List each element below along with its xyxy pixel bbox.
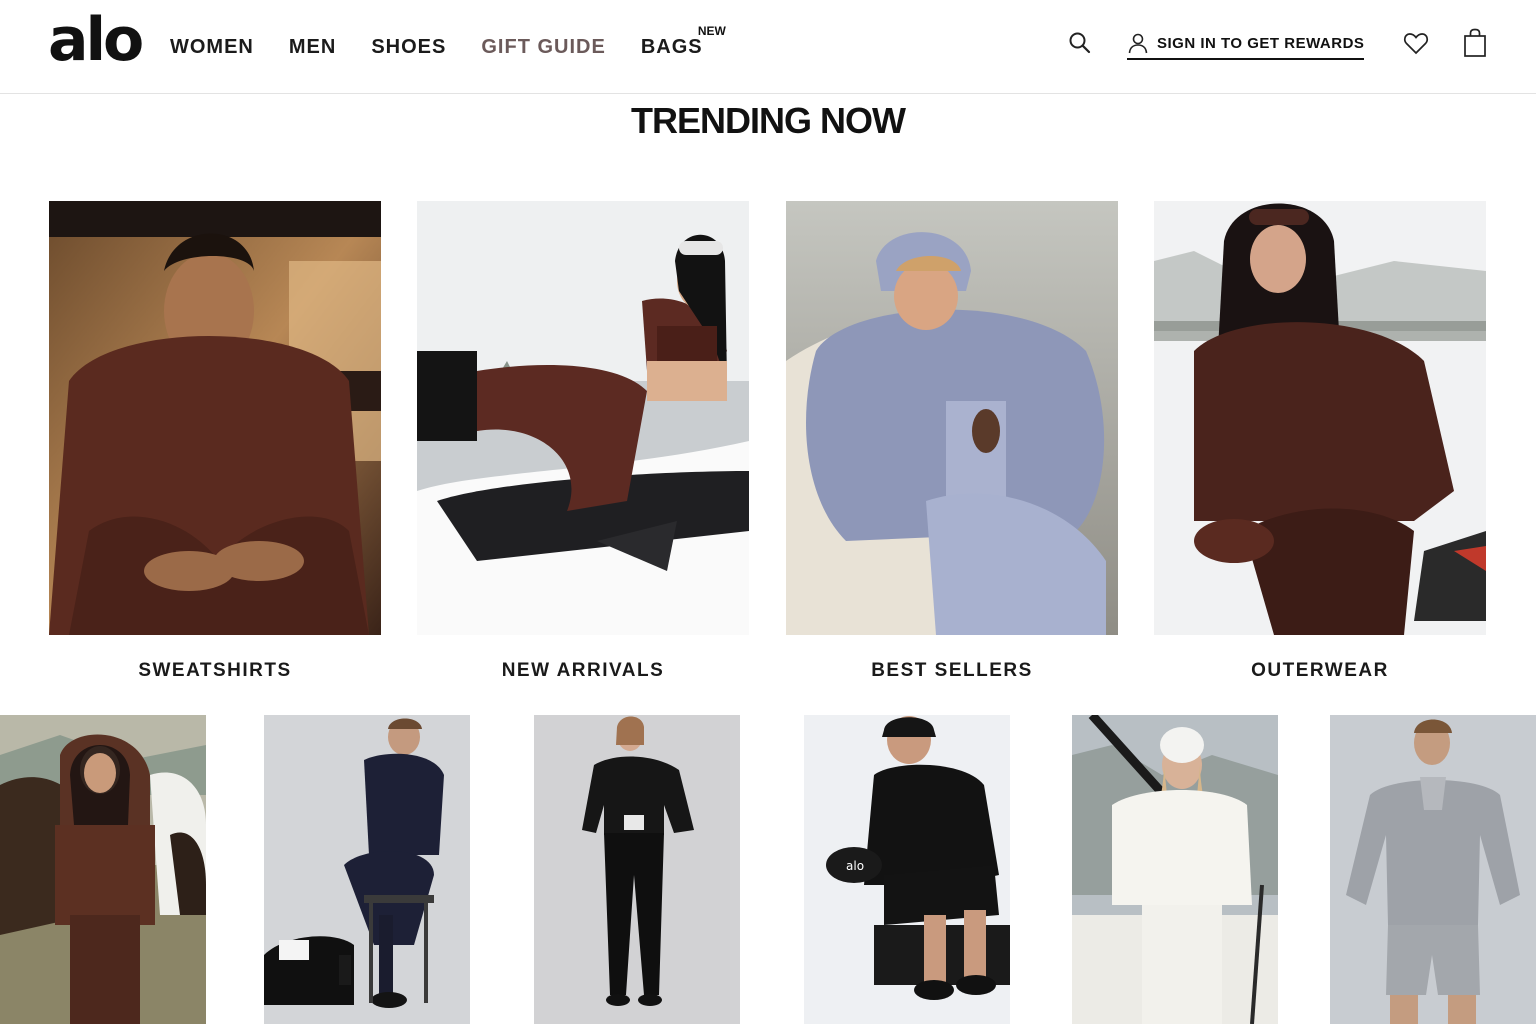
nav-item-shoes-label: SHOES — [371, 36, 447, 58]
site-header: alo WOMEN MEN SHOES GIFT GUIDE BAGS NEW … — [0, 0, 1536, 94]
category-label-new-arrivals[interactable]: NEW ARRIVALS — [417, 660, 749, 682]
category-tile-outerwear[interactable] — [1154, 201, 1486, 635]
product-image-4[interactable]: alo — [804, 715, 1010, 1024]
category-label-sweatshirts[interactable]: SWEATSHIRTS — [49, 660, 381, 682]
product-photo-5 — [1072, 715, 1278, 1024]
nav-item-bags[interactable]: BAGS NEW — [640, 24, 726, 59]
nav-item-gift-guide-label: GIFT GUIDE — [481, 36, 606, 58]
alo-logo[interactable]: alo — [48, 10, 144, 70]
nav-item-gift-guide[interactable]: GIFT GUIDE — [481, 36, 605, 59]
nav-item-shoes[interactable]: SHOES — [371, 36, 446, 59]
heart-icon[interactable] — [1403, 31, 1429, 55]
nav-item-men-label: MEN — [288, 36, 337, 58]
product-photo-6 — [1330, 715, 1536, 1024]
trending-now-heading: TRENDING NOW — [631, 100, 906, 141]
user-icon — [1127, 32, 1157, 54]
product-image-3[interactable] — [534, 715, 740, 1024]
nav-item-bags-label: BAGS — [640, 36, 703, 58]
category-tile-sweatshirts[interactable] — [49, 201, 381, 635]
alo-ball-logo: alo — [846, 859, 864, 873]
new-badge: NEW — [697, 24, 726, 38]
product-photo-1 — [0, 715, 206, 1024]
product-photo-2 — [264, 715, 470, 1024]
nav-item-women[interactable]: WOMEN — [170, 36, 254, 59]
product-image-6[interactable] — [1330, 715, 1536, 1024]
product-image-1[interactable] — [0, 715, 206, 1024]
nav-item-men[interactable]: MEN — [289, 36, 336, 59]
category-label-best-sellers[interactable]: BEST SELLERS — [786, 660, 1118, 682]
main-nav: WOMEN MEN SHOES GIFT GUIDE BAGS NEW — [170, 24, 738, 59]
product-image-5[interactable] — [1072, 715, 1278, 1024]
nav-item-women-label: WOMEN — [170, 36, 254, 58]
category-tile-best-sellers[interactable] — [786, 201, 1118, 635]
new-arrivals-image — [417, 201, 749, 635]
product-photo-3 — [534, 715, 740, 1024]
outerwear-image — [1154, 201, 1486, 635]
shopping-bag-icon[interactable] — [1462, 28, 1488, 58]
category-tile-new-arrivals[interactable] — [417, 201, 749, 635]
category-label-outerwear[interactable]: OUTERWEAR — [1154, 660, 1486, 682]
product-image-2[interactable] — [264, 715, 470, 1024]
search-icon[interactable] — [1068, 31, 1092, 55]
sweatshirts-image — [49, 201, 381, 635]
sign-in-rewards-link[interactable]: SIGN IN TO GET REWARDS — [1127, 32, 1365, 60]
product-photo-4: alo — [804, 715, 1010, 1024]
best-sellers-image — [786, 201, 1118, 635]
sign-in-label: SIGN IN TO GET REWARDS — [1157, 34, 1365, 52]
